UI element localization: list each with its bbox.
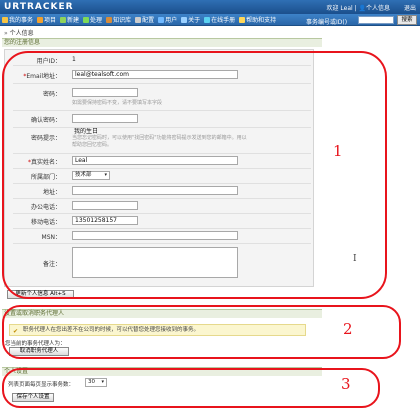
annotation-number-1: 1 [333, 142, 343, 160]
annotation-loop-3 [2, 368, 380, 408]
nav-item-label: 在线手册 [211, 17, 236, 24]
nav-item-label: 新建 [67, 17, 80, 24]
gear-icon [135, 16, 142, 23]
check-icon [83, 16, 90, 23]
nav-item-1[interactable]: 项目 [37, 15, 56, 24]
nav-item-5[interactable]: 配置 [135, 15, 154, 24]
section-registration-header: 您的注册信息 [2, 38, 322, 47]
nav-item-3[interactable]: 处理 [83, 15, 102, 24]
nav-item-label: 用户 [165, 17, 178, 24]
nav-item-0[interactable]: 我的事务 [2, 15, 33, 24]
annotation-loop-1 [2, 51, 387, 299]
manual-icon [204, 16, 211, 23]
breadcrumb: » 个人信息 [4, 28, 34, 37]
app-header: URTRACKER 欢迎 Leal | 👤个人信息 退出 [0, 0, 420, 14]
nav-item-4[interactable]: 知识库 [106, 15, 131, 24]
users-icon [158, 16, 165, 23]
book-icon [106, 16, 113, 23]
nav-item-9[interactable]: 帮助和支持 [239, 15, 276, 24]
nav-item-label: 项目 [44, 17, 57, 24]
nav-item-6[interactable]: 用户 [158, 15, 177, 24]
breadcrumb-arrow-icon: » [4, 30, 8, 37]
nav-items: 我的事务 项目 新建 处理 知识库 配置 用户 关于 在线手册 帮助和支持 [2, 15, 276, 24]
nav-item-label: 帮助和支持 [246, 17, 277, 24]
help-icon [239, 16, 246, 23]
breadcrumb-label: 个人信息 [9, 30, 34, 37]
nav-item-label: 知识库 [113, 17, 132, 24]
folder-icon [37, 16, 44, 23]
nav-item-label: 我的事务 [9, 17, 34, 24]
nav-item-label: 处理 [90, 17, 103, 24]
nav-item-2[interactable]: 新建 [60, 15, 79, 24]
info-icon [181, 16, 188, 23]
app-logo: URTRACKER [4, 2, 74, 12]
nav-item-label: 配置 [142, 17, 155, 24]
annotation-number-2: 2 [343, 320, 353, 338]
new-icon [60, 16, 67, 23]
search-label: 事务编号或ID() [306, 19, 348, 26]
nav-item-label: 关于 [188, 17, 201, 24]
exit-link[interactable]: 退出 [404, 3, 416, 12]
search-button[interactable]: 搜索 [397, 15, 417, 25]
main-nav: 我的事务 项目 新建 处理 知识库 配置 用户 关于 在线手册 帮助和支持 事务编号或ID() 搜… [0, 14, 420, 26]
nav-item-8[interactable]: 在线手册 [204, 15, 235, 24]
house-icon [2, 16, 8, 23]
search-input[interactable] [358, 16, 394, 24]
text-cursor-icon: I [353, 254, 357, 264]
nav-item-7[interactable]: 关于 [181, 15, 200, 24]
annotation-loop-2 [2, 305, 401, 359]
welcome-text[interactable]: 欢迎 Leal | 👤个人信息 [327, 3, 391, 12]
annotation-number-3: 3 [341, 375, 351, 393]
